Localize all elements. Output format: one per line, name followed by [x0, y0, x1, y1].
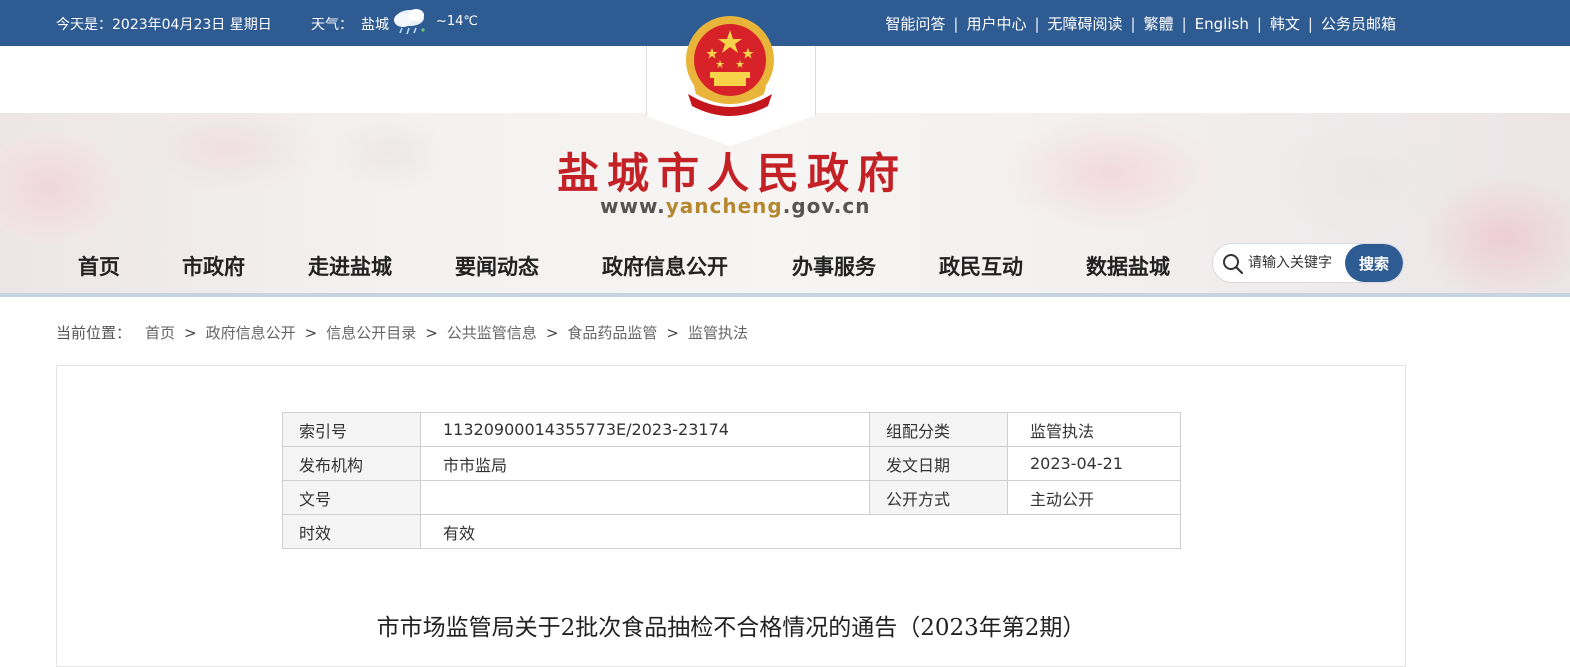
- divider: |: [1034, 14, 1040, 33]
- site-title: 盐城市人民政府: [556, 149, 907, 198]
- link-user-center[interactable]: 用户中心: [966, 13, 1026, 34]
- document-metadata-table: 索引号 11320900014355773E/2023-23174 组配分类 监…: [282, 412, 1181, 549]
- search-button[interactable]: 搜索: [1345, 244, 1403, 282]
- docno-value: [420, 480, 870, 515]
- content-panel: 索引号 11320900014355773E/2023-23174 组配分类 监…: [56, 365, 1406, 667]
- table-row: 时效 有效: [282, 514, 1181, 549]
- weather-label: 天气：: [311, 17, 353, 33]
- breadcrumb: 当前位置： 首页 > 政府信息公开 > 信息公开目录 > 公共监管信息 > 食品…: [56, 322, 748, 343]
- decorative-flower: [140, 113, 320, 193]
- divider: |: [1181, 14, 1187, 33]
- breadcrumb-label: 当前位置：: [56, 324, 132, 342]
- divider: |: [1307, 14, 1313, 33]
- site-url-highlight: yancheng: [665, 194, 783, 218]
- search-box: 搜索: [1212, 243, 1404, 283]
- link-accessible-reading[interactable]: 无障碍阅读: [1048, 13, 1123, 34]
- breadcrumb-item-public-supervision[interactable]: 公共监管信息: [447, 322, 537, 343]
- search-icon: [1223, 254, 1244, 275]
- search-input[interactable]: [1246, 252, 1350, 274]
- link-civil-servant-mail[interactable]: 公务员邮箱: [1321, 13, 1396, 34]
- site-url-prefix: www.: [600, 194, 666, 218]
- article-title: 市市场监管局关于2批次食品抽检不合格情况的通告（2023年第2期）: [376, 615, 1086, 641]
- divider: |: [1256, 14, 1262, 33]
- current-date: 今天是：2023年04月23日 星期日: [56, 17, 272, 33]
- decorative-flower: [330, 113, 450, 193]
- breadcrumb-item-gov-info[interactable]: 政府信息公开: [206, 322, 296, 343]
- disclosure-label: 公开方式: [869, 480, 1008, 515]
- category-value: 监管执法: [1007, 412, 1181, 447]
- breadcrumb-item-enforcement[interactable]: 监管执法: [688, 322, 748, 343]
- nav-item-data-yancheng[interactable]: 数据盐城: [1086, 251, 1170, 281]
- breadcrumb-separator: >: [184, 323, 197, 342]
- nav-item-city-government[interactable]: 市政府: [182, 251, 245, 281]
- disclosure-value: 主动公开: [1007, 480, 1181, 515]
- publisher-label: 发布机构: [282, 446, 421, 481]
- decorative-flower: [1000, 113, 1220, 233]
- weather-temperature: ~14℃: [436, 14, 479, 29]
- link-traditional-chinese[interactable]: 繁體: [1144, 13, 1174, 34]
- breadcrumb-separator: >: [425, 323, 438, 342]
- nav-item-services[interactable]: 办事服务: [792, 251, 876, 281]
- top-bar: 今天是：2023年04月23日 星期日 天气： 盐城 ~14℃ 智能问答 | 用…: [0, 0, 1570, 46]
- link-english[interactable]: English: [1195, 15, 1249, 33]
- nav-item-about-yancheng[interactable]: 走进盐城: [308, 251, 392, 281]
- nav-item-news[interactable]: 要闻动态: [455, 251, 539, 281]
- weather-city: 盐城: [361, 17, 389, 33]
- site-url-suffix: .gov.cn: [782, 194, 871, 218]
- index-label: 索引号: [282, 412, 421, 447]
- rain-cloud-icon: [394, 9, 425, 35]
- nav-item-gov-info-disclosure[interactable]: 政府信息公开: [602, 251, 728, 281]
- breadcrumb-item-info-catalog[interactable]: 信息公开目录: [326, 322, 416, 343]
- breadcrumb-separator: >: [545, 323, 559, 342]
- breadcrumb-item-home[interactable]: 首页: [145, 322, 175, 343]
- table-row: 文号 公开方式 主动公开: [282, 480, 1181, 515]
- breadcrumb-separator: >: [304, 323, 318, 342]
- docno-label: 文号: [282, 480, 421, 515]
- divider: |: [1130, 14, 1136, 33]
- decorative-flower: [0, 133, 120, 243]
- publisher-value: 市市监局: [420, 446, 870, 481]
- category-label: 组配分类: [869, 412, 1008, 447]
- date-label: 发文日期: [869, 446, 1008, 481]
- top-links: 智能问答 | 用户中心 | 无障碍阅读 | 繁體 | English | 韩文 …: [885, 13, 1396, 34]
- nav-divider: [0, 293, 1570, 297]
- validity-value: 有效: [420, 514, 1181, 549]
- breadcrumb-item-food-drug[interactable]: 食品药品监管: [567, 322, 657, 343]
- nav-item-home[interactable]: 首页: [78, 251, 120, 281]
- national-emblem-icon: [686, 16, 774, 116]
- nav-item-interaction[interactable]: 政民互动: [939, 251, 1023, 281]
- table-row: 索引号 11320900014355773E/2023-23174 组配分类 监…: [282, 412, 1181, 447]
- date-value: 2023-04-21: [1007, 446, 1181, 481]
- validity-label: 时效: [282, 514, 421, 549]
- table-row: 发布机构 市市监局 发文日期 2023-04-21: [282, 446, 1181, 481]
- divider: |: [953, 14, 959, 33]
- site-url: www.yancheng.gov.cn: [600, 194, 870, 218]
- link-smart-qa[interactable]: 智能问答: [885, 13, 945, 34]
- link-korean[interactable]: 韩文: [1270, 13, 1300, 34]
- breadcrumb-separator: >: [666, 323, 679, 342]
- index-value: 11320900014355773E/2023-23174: [420, 412, 870, 447]
